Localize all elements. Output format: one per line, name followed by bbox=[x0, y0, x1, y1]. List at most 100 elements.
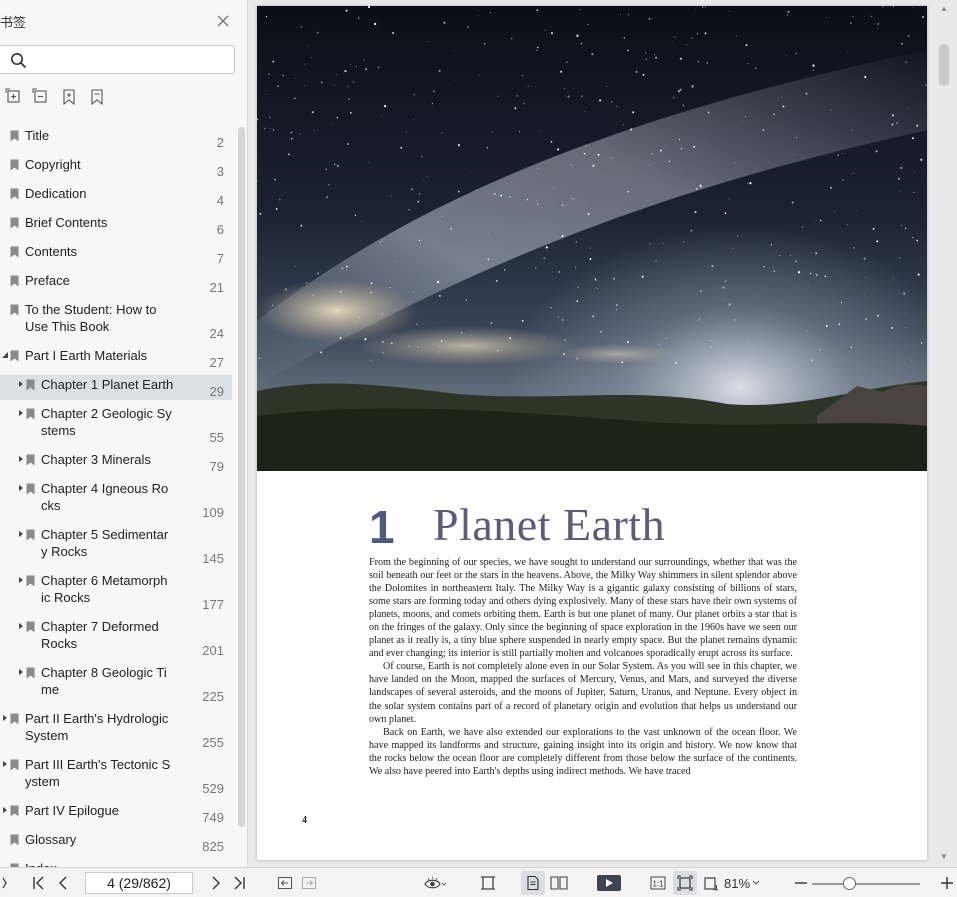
chevron-down-icon[interactable] bbox=[751, 879, 761, 887]
slideshow-icon[interactable] bbox=[597, 875, 621, 891]
collapsed-triangle-icon[interactable] bbox=[17, 668, 25, 676]
bookmark-icon bbox=[10, 130, 19, 142]
bookmark-scrollbar[interactable] bbox=[238, 127, 245, 827]
bookmark-item[interactable]: Contents 7 bbox=[0, 242, 232, 267]
collapsed-triangle-icon[interactable] bbox=[17, 576, 25, 584]
page-folio: 4 bbox=[302, 815, 307, 826]
add-bookmark-icon[interactable] bbox=[60, 88, 78, 106]
bookmark-label: Copyright bbox=[25, 157, 81, 172]
bookmark-item[interactable]: Part IV Epilogue 749 bbox=[0, 801, 232, 826]
bookmark-page-number: 7 bbox=[216, 251, 224, 266]
expanded-triangle-icon[interactable] bbox=[1, 351, 9, 359]
bookmark-icon bbox=[26, 379, 35, 391]
bookmark-page-number: 177 bbox=[202, 597, 224, 612]
bookmark-icon bbox=[10, 217, 19, 229]
bookmark-page-number: 4 bbox=[216, 193, 224, 208]
bookmark-page-number: 55 bbox=[209, 430, 224, 445]
collapsed-triangle-icon[interactable] bbox=[1, 806, 9, 814]
bookmark-item[interactable]: Part I Earth Materials 27 bbox=[0, 346, 232, 371]
last-page-icon[interactable] bbox=[231, 875, 247, 891]
bookmark-label: Part I Earth Materials bbox=[25, 348, 148, 363]
collapsed-triangle-icon[interactable] bbox=[17, 455, 25, 463]
forward-view-icon[interactable] bbox=[301, 875, 317, 891]
eye-care-icon[interactable] bbox=[424, 875, 446, 891]
scroll-up-icon[interactable]: ▲ bbox=[940, 4, 948, 13]
bookmark-page-number: 225 bbox=[202, 689, 224, 704]
bookmark-label: Part IV Epilogue bbox=[25, 803, 119, 818]
bookmark-page-number: 201 bbox=[202, 643, 224, 658]
scrollbar-thumb[interactable] bbox=[939, 44, 949, 86]
bookmark-icon bbox=[10, 350, 19, 362]
hero-image bbox=[257, 6, 927, 471]
bookmark-item[interactable]: Part II Earth's Hydrologic System 255 bbox=[0, 709, 232, 751]
bookmark-item[interactable]: Brief Contents 6 bbox=[0, 213, 232, 238]
bookmark-item[interactable]: Chapter 2 Geologic Sy stems 55 bbox=[0, 404, 232, 446]
bookmark-item[interactable]: Chapter 7 Deformed Rocks 201 bbox=[0, 617, 232, 659]
bookmark-page-number: 21 bbox=[209, 280, 224, 295]
collapse-all-icon[interactable] bbox=[32, 88, 50, 106]
bookmark-item[interactable]: Chapter 6 Metamorph ic Rocks 177 bbox=[0, 571, 232, 613]
paragraph: Back on Earth, we have also extended our… bbox=[369, 726, 797, 777]
bookmark-label: Index bbox=[25, 860, 57, 867]
bookmark-item[interactable]: To the Student: How to Use This Book 24 bbox=[0, 300, 232, 342]
panel-toggle-icon[interactable] bbox=[2, 877, 8, 889]
bookmark-item[interactable]: Index bbox=[0, 859, 232, 867]
bookmark-page-number: 2 bbox=[216, 135, 224, 150]
collapsed-triangle-icon[interactable] bbox=[17, 380, 25, 388]
zoom-level[interactable]: 81% bbox=[724, 876, 750, 891]
chapter-body-text: From the beginning of our species, we ha… bbox=[369, 556, 797, 778]
collapsed-triangle-icon[interactable] bbox=[1, 714, 9, 722]
close-icon[interactable] bbox=[216, 14, 230, 28]
collapsed-triangle-icon[interactable] bbox=[17, 622, 25, 630]
bookmark-icon bbox=[10, 159, 19, 171]
bookmark-label: Chapter 5 Sedimentar y Rocks bbox=[41, 527, 169, 559]
bookmark-page-number: 255 bbox=[202, 735, 224, 750]
rotate-view-icon[interactable] bbox=[703, 875, 719, 891]
paragraph: From the beginning of our species, we ha… bbox=[369, 557, 797, 660]
actual-size-icon[interactable]: 1:1 bbox=[650, 875, 666, 891]
zoom-slider-track[interactable] bbox=[812, 883, 920, 885]
bookmark-search-input[interactable] bbox=[33, 50, 228, 70]
expand-all-icon[interactable] bbox=[5, 88, 23, 106]
bookmark-outline-icon[interactable] bbox=[88, 88, 106, 106]
zoom-out-icon[interactable] bbox=[793, 875, 809, 891]
bookmark-icon bbox=[10, 834, 19, 846]
bookmark-label: Chapter 1 Planet Earth bbox=[41, 377, 174, 392]
bookmark-label: Dedication bbox=[25, 186, 87, 201]
bookmark-icon bbox=[26, 667, 35, 679]
single-page-icon[interactable] bbox=[525, 875, 541, 891]
previous-page-icon[interactable] bbox=[55, 875, 71, 891]
first-page-icon[interactable] bbox=[31, 875, 47, 891]
collapsed-triangle-icon[interactable] bbox=[17, 530, 25, 538]
bookmark-item[interactable]: Glossary 825 bbox=[0, 830, 232, 855]
page-number-input[interactable] bbox=[85, 872, 193, 894]
bookmark-page-number: 79 bbox=[209, 459, 224, 474]
bookmark-item[interactable]: Chapter 8 Geologic Ti me 225 bbox=[0, 663, 232, 705]
next-page-icon[interactable] bbox=[208, 875, 224, 891]
bookmark-page-number: 3 bbox=[216, 164, 224, 179]
bookmark-item[interactable]: Title 2 bbox=[0, 126, 232, 151]
zoom-slider-handle[interactable] bbox=[842, 877, 856, 890]
collapsed-triangle-icon[interactable] bbox=[17, 484, 25, 492]
fit-width-icon[interactable] bbox=[480, 875, 496, 891]
bookmark-page-number: 825 bbox=[202, 839, 224, 854]
fit-page-icon[interactable] bbox=[677, 875, 693, 891]
paragraph: Of course, Earth is not completely alone… bbox=[369, 661, 797, 725]
bookmark-item[interactable]: Chapter 4 Igneous Ro cks 109 bbox=[0, 479, 232, 521]
bookmark-item[interactable]: Dedication 4 bbox=[0, 184, 232, 209]
bookmark-item[interactable]: Chapter 3 Minerals 79 bbox=[0, 450, 232, 475]
bookmark-item[interactable]: Copyright 3 bbox=[0, 155, 232, 180]
vertical-scrollbar[interactable]: ▲ ▼ bbox=[937, 0, 953, 867]
bookmark-item[interactable]: Chapter 5 Sedimentar y Rocks 145 bbox=[0, 525, 232, 567]
zoom-in-icon[interactable] bbox=[939, 875, 955, 891]
bookmark-item[interactable]: Part III Earth's Tectonic System 529 bbox=[0, 755, 232, 797]
bookmark-item[interactable]: Preface 21 bbox=[0, 271, 232, 296]
bookmark-item[interactable]: Chapter 1 Planet Earth 29 bbox=[0, 375, 232, 400]
collapsed-triangle-icon[interactable] bbox=[1, 760, 9, 768]
two-page-icon[interactable] bbox=[550, 875, 568, 891]
scroll-down-icon[interactable]: ▼ bbox=[940, 852, 948, 861]
collapsed-triangle-icon[interactable] bbox=[17, 409, 25, 417]
bookmark-label: Part II Earth's Hydrologic System bbox=[25, 711, 169, 743]
back-view-icon[interactable] bbox=[277, 875, 293, 891]
chapter-title: Planet Earth bbox=[433, 499, 666, 550]
